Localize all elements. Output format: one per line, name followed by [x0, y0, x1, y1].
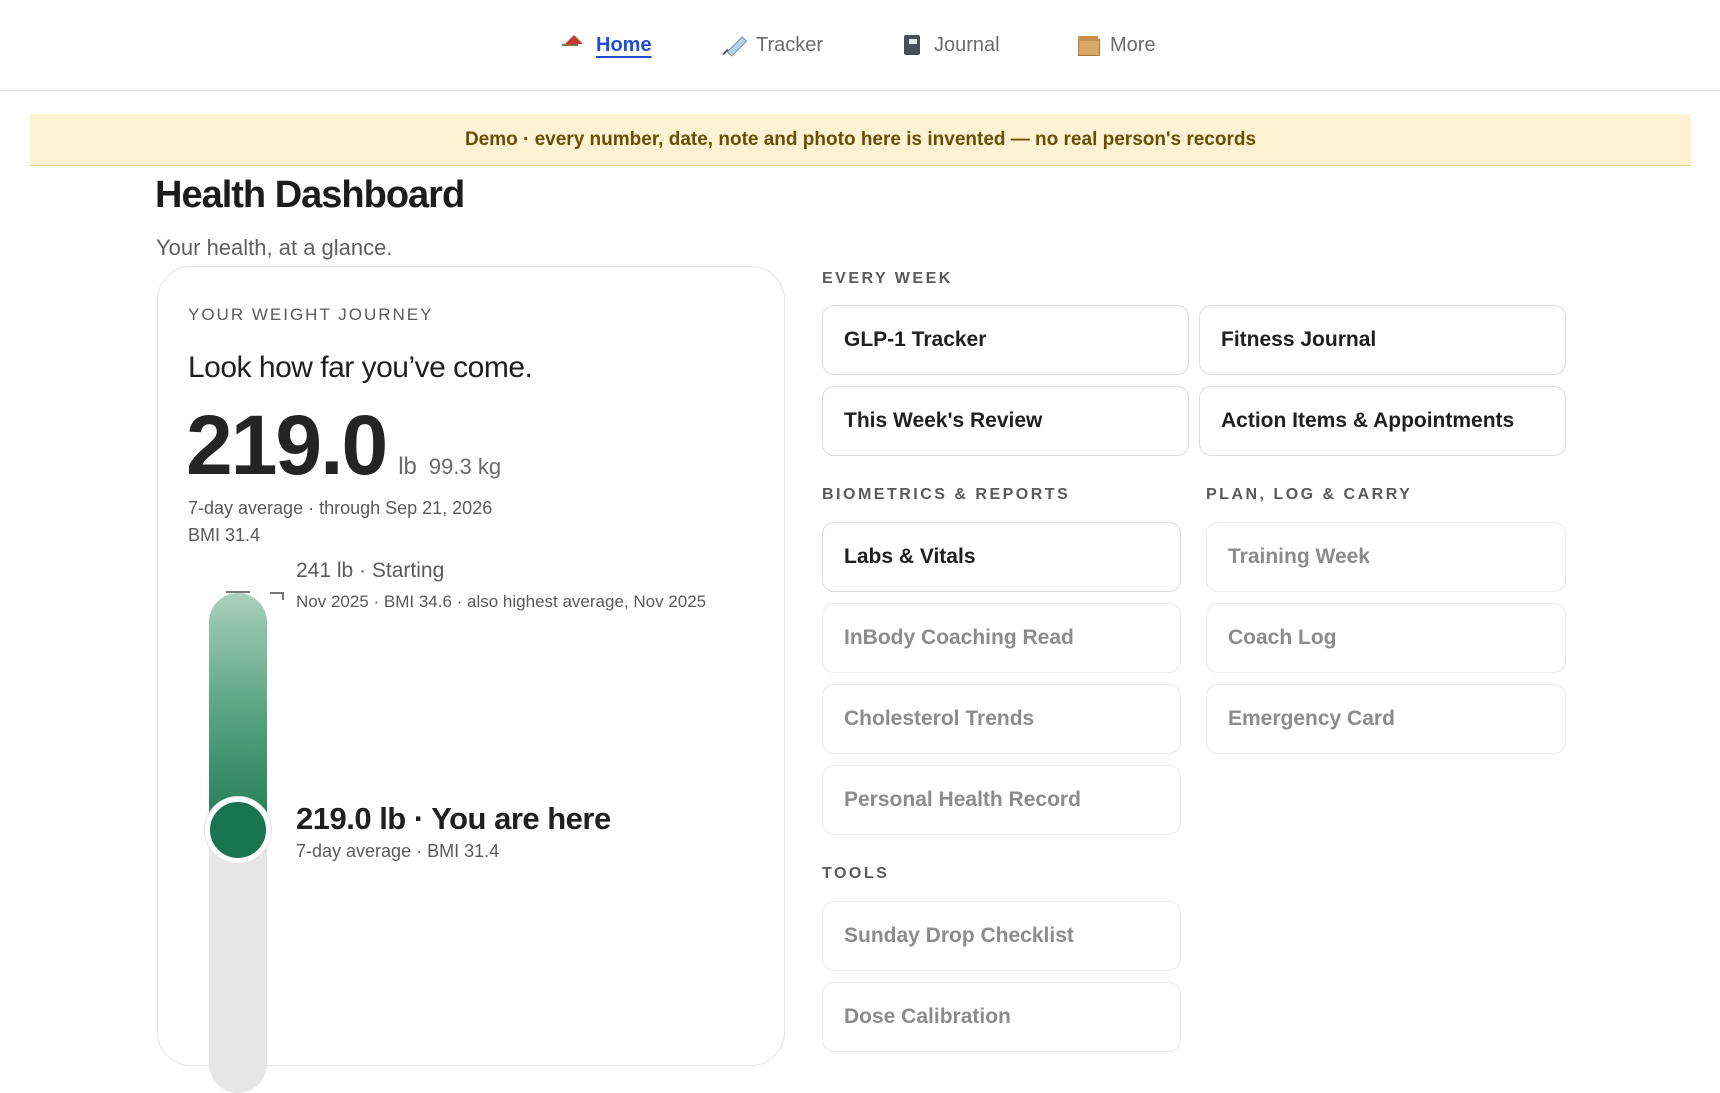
notebook-icon [900, 33, 924, 57]
current-position-marker [205, 797, 271, 863]
tile-training-week[interactable]: Training Week [1206, 522, 1566, 592]
nav-more-label: More [1110, 33, 1156, 56]
page-subtitle: Your health, at a glance. [156, 235, 393, 260]
weight-meta: 7-day average · through Sep 21, 2026 BMI… [188, 495, 492, 549]
nav-journal-label: Journal [934, 33, 1000, 56]
section-tools-label: TOOLS [822, 865, 890, 882]
nav-journal[interactable]: Journal [900, 30, 1000, 60]
nav-tracker-label: Tracker [756, 33, 824, 56]
section-every-week-label: EVERY WEEK [822, 270, 953, 287]
start-weight-detail: Nov 2025 · BMI 34.6 · also highest avera… [296, 592, 707, 611]
demo-banner-text: Demo · every number, date, note and phot… [464, 128, 1257, 150]
demo-banner: Demo · every number, date, note and phot… [30, 114, 1691, 166]
house-icon [562, 33, 586, 57]
nav-home[interactable]: Home [562, 30, 652, 60]
tile-dose-calibration[interactable]: Dose Calibration [822, 982, 1181, 1052]
start-weight-label: 241 lb · Starting [296, 559, 445, 582]
tile-emergency-card[interactable]: Emergency Card [1206, 684, 1566, 754]
tile-coach-log[interactable]: Coach Log [1206, 603, 1566, 673]
tile-action-items[interactable]: Action Items & Appointments [1199, 386, 1566, 456]
page-title: Health Dashboard [155, 174, 465, 216]
weight-card-headline: Look how far you’ve come. [188, 351, 533, 384]
nav-more[interactable]: More [1076, 30, 1156, 60]
tile-sunday-drop-checklist[interactable]: Sunday Drop Checklist [822, 901, 1181, 971]
section-plan-label: PLAN, LOG & CARRY [1206, 486, 1413, 503]
current-weight-unit: lb [398, 453, 417, 480]
top-nav: Home Tracker Journal More [0, 0, 1720, 91]
syringe-icon [722, 33, 746, 57]
weight-meta-bmi: BMI 31.4 [188, 525, 261, 545]
weight-journey-card: YOUR WEIGHT JOURNEY Look how far you’ve … [157, 266, 785, 1093]
nav-home-label: Home [596, 33, 652, 56]
current-weight-value: 219.0 [186, 398, 388, 492]
tile-cholesterol-trends[interactable]: Cholesterol Trends [822, 684, 1181, 754]
tile-fitness-journal[interactable]: Fitness Journal [1199, 305, 1566, 375]
current-position-detail: 7-day average · BMI 31.4 [296, 841, 500, 861]
current-position-label: 219.0 lb · You are here [296, 801, 611, 836]
tile-inbody-coaching[interactable]: InBody Coaching Read [822, 603, 1181, 673]
section-biometrics-label: BIOMETRICS & REPORTS [822, 486, 1071, 503]
weight-card-eyebrow: YOUR WEIGHT JOURNEY [188, 305, 434, 324]
tile-labs-vitals[interactable]: Labs & Vitals [822, 522, 1181, 592]
tile-glp1-tracker[interactable]: GLP-1 Tracker [822, 305, 1189, 375]
tile-personal-health-record[interactable]: Personal Health Record [822, 765, 1181, 835]
nav-tracker[interactable]: Tracker [722, 30, 823, 60]
box-icon [1076, 33, 1100, 57]
weight-meta-average: 7-day average · through Sep 21, 2026 [188, 498, 493, 518]
current-weight-display: 219.0 lb 99.3 kg [186, 397, 501, 494]
start-tick [226, 591, 250, 593]
tile-weekly-review[interactable]: This Week's Review [822, 386, 1189, 456]
current-weight-kg: 99.3 kg [428, 454, 502, 479]
start-connector [270, 592, 284, 600]
